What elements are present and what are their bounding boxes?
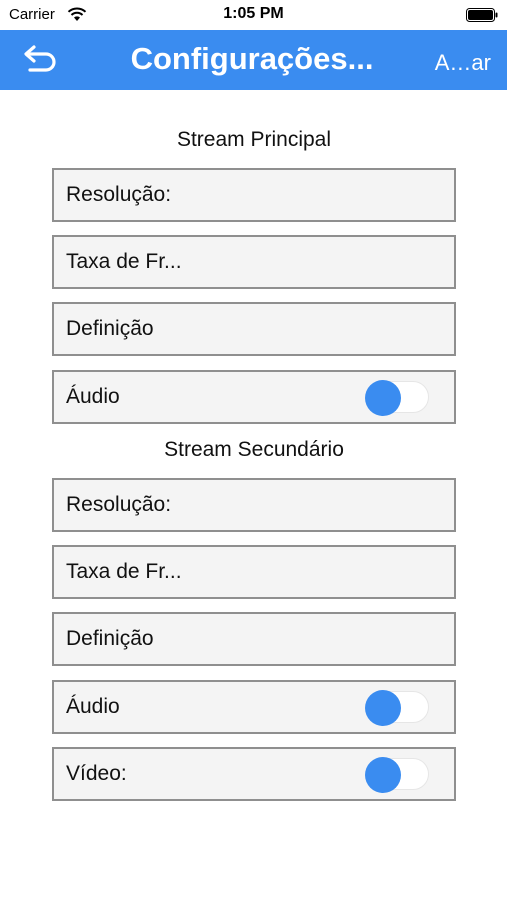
main-audio-toggle[interactable] bbox=[365, 380, 429, 416]
toggle-knob bbox=[365, 690, 401, 726]
sub-frame-rate-row[interactable]: Taxa de Fr... bbox=[52, 545, 456, 599]
sub-resolution-row[interactable]: Resolução: bbox=[52, 478, 456, 532]
section-title-sub-stream: Stream Secundário bbox=[164, 438, 344, 461]
row-label: Resolução: bbox=[66, 493, 172, 516]
navigation-bar: Configurações... A…ar bbox=[0, 30, 507, 90]
main-resolution-row[interactable]: Resolução: bbox=[52, 168, 456, 222]
section-title-main-stream: Stream Principal bbox=[176, 128, 332, 151]
battery-icon bbox=[466, 8, 498, 22]
sub-definition-row[interactable]: Definição bbox=[52, 612, 456, 666]
row-label: Definição bbox=[66, 317, 154, 340]
sub-video-row: Vídeo: bbox=[52, 747, 456, 801]
toggle-knob bbox=[365, 380, 401, 416]
nav-action-button[interactable]: A…ar bbox=[435, 50, 491, 76]
status-time: 1:05 PM bbox=[223, 5, 284, 22]
back-arrow-icon bbox=[24, 45, 56, 72]
back-button[interactable] bbox=[20, 42, 60, 78]
sub-audio-row: Áudio bbox=[52, 680, 456, 734]
sub-video-toggle[interactable] bbox=[365, 757, 429, 793]
row-label: Taxa de Fr... bbox=[66, 250, 182, 273]
main-frame-rate-row[interactable]: Taxa de Fr... bbox=[52, 235, 456, 289]
sub-audio-toggle[interactable] bbox=[365, 690, 429, 726]
row-label: Áudio bbox=[66, 385, 120, 408]
page-title: Configurações... bbox=[130, 41, 374, 76]
main-definition-row[interactable]: Definição bbox=[52, 302, 456, 356]
status-bar: Carrier 1:05 PM bbox=[0, 0, 507, 30]
row-label: Definição bbox=[66, 627, 154, 650]
row-label: Áudio bbox=[66, 695, 120, 718]
main-audio-row: Áudio bbox=[52, 370, 456, 424]
row-label: Taxa de Fr... bbox=[66, 560, 182, 583]
row-label: Vídeo: bbox=[66, 762, 127, 785]
toggle-knob bbox=[365, 757, 401, 793]
row-label: Resolução: bbox=[66, 183, 172, 206]
